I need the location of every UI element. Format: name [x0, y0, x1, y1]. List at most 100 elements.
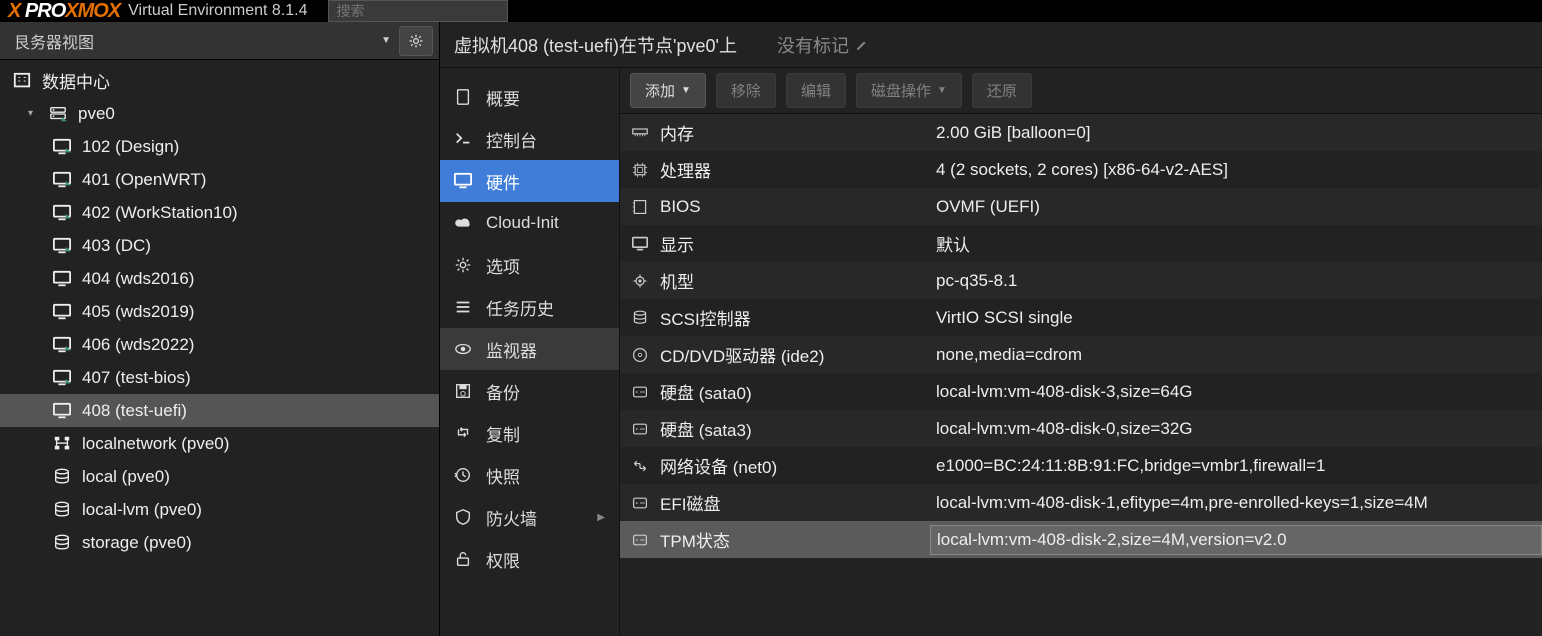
hardware-toolbar: 添加▼ 移除 编辑 磁盘操作▼ 还原 [620, 68, 1542, 114]
nav-cloudinit[interactable]: Cloud-Init [440, 202, 619, 244]
hardware-row[interactable]: BIOSOVMF (UEFI) [620, 188, 1542, 225]
version-label: Virtual Environment 8.1.4 [128, 2, 307, 20]
hardware-row[interactable]: EFI磁盘local-lvm:vm-408-disk-1,efitype=4m,… [620, 484, 1542, 521]
revert-button[interactable]: 还原 [972, 73, 1032, 108]
nav-snapshots[interactable]: 快照 [440, 454, 619, 496]
tree-vm-402[interactable]: 402 (WorkStation10) [0, 196, 439, 229]
tree-node-pve0[interactable]: ▾ pve0 [0, 97, 439, 130]
hardware-value: local-lvm:vm-408-disk-1,efitype=4m,pre-e… [930, 489, 1542, 517]
hdd-icon [620, 532, 660, 548]
storage-icon [50, 468, 74, 486]
tree-settings-button[interactable] [399, 26, 433, 56]
hardware-label: EFI磁盘 [660, 490, 930, 515]
nav-label: 备份 [486, 379, 520, 404]
hardware-row[interactable]: 网络设备 (net0)e1000=BC:24:11:8B:91:FC,bridg… [620, 447, 1542, 484]
nav-label: 硬件 [486, 169, 520, 194]
pencil-icon[interactable] [855, 38, 869, 52]
tree-vm-401[interactable]: 401 (OpenWRT) [0, 163, 439, 196]
tree-vm-408[interactable]: 408 (test-uefi) [0, 394, 439, 427]
tree-vm-405[interactable]: 405 (wds2019) [0, 295, 439, 328]
nav-monitor[interactable]: 监视器 [440, 328, 619, 370]
hardware-label: 硬盘 (sata0) [660, 379, 930, 404]
nav-label: 选项 [486, 253, 520, 278]
edit-button[interactable]: 编辑 [786, 73, 846, 108]
vm-side-nav: 概要控制台硬件 Cloud-Init 选项任务历史监视器备份复制快照防火墙▶ 权限 [440, 68, 620, 636]
disk-action-button[interactable]: 磁盘操作▼ [856, 73, 962, 108]
display-icon [454, 172, 474, 190]
unlock-icon [454, 550, 474, 568]
building-icon [10, 72, 34, 90]
display-running-icon [50, 369, 74, 387]
display-running-icon [50, 138, 74, 156]
terminal-icon [454, 130, 474, 148]
hdd-icon [620, 421, 660, 437]
tree-local-lvm[interactable]: local-lvm (pve0) [0, 493, 439, 526]
tree-vm-102[interactable]: 102 (Design) [0, 130, 439, 163]
nav-firewall[interactable]: 防火墙▶ [440, 496, 619, 538]
nav-backup[interactable]: 备份 [440, 370, 619, 412]
tree-vm-403[interactable]: 403 (DC) [0, 229, 439, 262]
hardware-value: 4 (2 sockets, 2 cores) [x86-64-v2-AES] [930, 156, 1542, 184]
hardware-label: 处理器 [660, 157, 930, 182]
tree-item-label: 403 (DC) [82, 236, 151, 256]
hardware-row[interactable]: 处理器4 (2 sockets, 2 cores) [x86-64-v2-AES… [620, 151, 1542, 188]
page-title: 虚拟机408 (test-uefi)在节点'pve0'上 [454, 32, 737, 58]
storage-icon [50, 501, 74, 519]
tree-item-label: 402 (WorkStation10) [82, 203, 238, 223]
nav-hardware[interactable]: 硬件 [440, 160, 619, 202]
net-icon [620, 458, 660, 474]
remove-button[interactable]: 移除 [716, 73, 776, 108]
hardware-row[interactable]: SCSI控制器VirtIO SCSI single [620, 299, 1542, 336]
tree-localnetwork[interactable]: localnetwork (pve0) [0, 427, 439, 460]
tree-datacenter[interactable]: 数据中心 [0, 64, 439, 97]
tree-vm-406[interactable]: 406 (wds2022) [0, 328, 439, 361]
hardware-value: 2.00 GiB [balloon=0] [930, 119, 1542, 147]
tree-item-label: localnetwork (pve0) [82, 434, 229, 454]
hardware-value: local-lvm:vm-408-disk-2,size=4M,version=… [930, 525, 1542, 555]
hardware-row[interactable]: 内存2.00 GiB [balloon=0] [620, 114, 1542, 151]
nav-summary[interactable]: 概要 [440, 76, 619, 118]
tree-item-label: 401 (OpenWRT) [82, 170, 206, 190]
hardware-row[interactable]: 硬盘 (sata0)local-lvm:vm-408-disk-3,size=6… [620, 373, 1542, 410]
tree-item-label: 407 (test-bios) [82, 368, 191, 388]
hdd-icon [620, 384, 660, 400]
search-input[interactable] [328, 0, 508, 22]
top-bar: X PROXMOX Virtual Environment 8.1.4 [0, 0, 1542, 22]
hardware-value: OVMF (UEFI) [930, 193, 1542, 221]
tree-storage[interactable]: storage (pve0) [0, 526, 439, 559]
disc-icon [620, 347, 660, 363]
hardware-row[interactable]: TPM状态local-lvm:vm-408-disk-2,size=4M,ver… [620, 521, 1542, 558]
hardware-row[interactable]: 显示默认 [620, 225, 1542, 262]
nav-options[interactable]: 选项 [440, 244, 619, 286]
hardware-label: SCSI控制器 [660, 305, 930, 330]
tree-local[interactable]: local (pve0) [0, 460, 439, 493]
nav-label: 防火墙 [486, 505, 537, 530]
tree-toggle-icon[interactable]: ▾ [28, 108, 42, 119]
tree-item-label: 102 (Design) [82, 137, 179, 157]
tree-vm-407[interactable]: 407 (test-bios) [0, 361, 439, 394]
hardware-value: 默认 [930, 227, 1542, 260]
tree-item-label: 404 (wds2016) [82, 269, 194, 289]
nav-label: 控制台 [486, 127, 537, 152]
hardware-row[interactable]: 机型pc-q35-8.1 [620, 262, 1542, 299]
gear-icon [454, 256, 474, 274]
nav-console[interactable]: 控制台 [440, 118, 619, 160]
nav-label: 权限 [486, 547, 520, 572]
add-button[interactable]: 添加▼ [630, 73, 706, 108]
nav-label: 监视器 [486, 337, 537, 362]
tags-area[interactable]: 没有标记 [777, 32, 869, 58]
nav-permissions[interactable]: 权限 [440, 538, 619, 580]
display-icon [50, 270, 74, 288]
nav-replication[interactable]: 复制 [440, 412, 619, 454]
tree-vm-404[interactable]: 404 (wds2016) [0, 262, 439, 295]
hardware-value: VirtIO SCSI single [930, 304, 1542, 332]
hardware-value: pc-q35-8.1 [930, 267, 1542, 295]
nav-label: 任务历史 [486, 295, 554, 320]
db-icon [620, 310, 660, 326]
view-selector[interactable]: 艮务器视图 ▼ [6, 23, 399, 59]
hardware-row[interactable]: 硬盘 (sata3)local-lvm:vm-408-disk-0,size=3… [620, 410, 1542, 447]
server-icon [46, 105, 70, 123]
save-icon [454, 382, 474, 400]
hardware-row[interactable]: CD/DVD驱动器 (ide2)none,media=cdrom [620, 336, 1542, 373]
nav-taskhistory[interactable]: 任务历史 [440, 286, 619, 328]
